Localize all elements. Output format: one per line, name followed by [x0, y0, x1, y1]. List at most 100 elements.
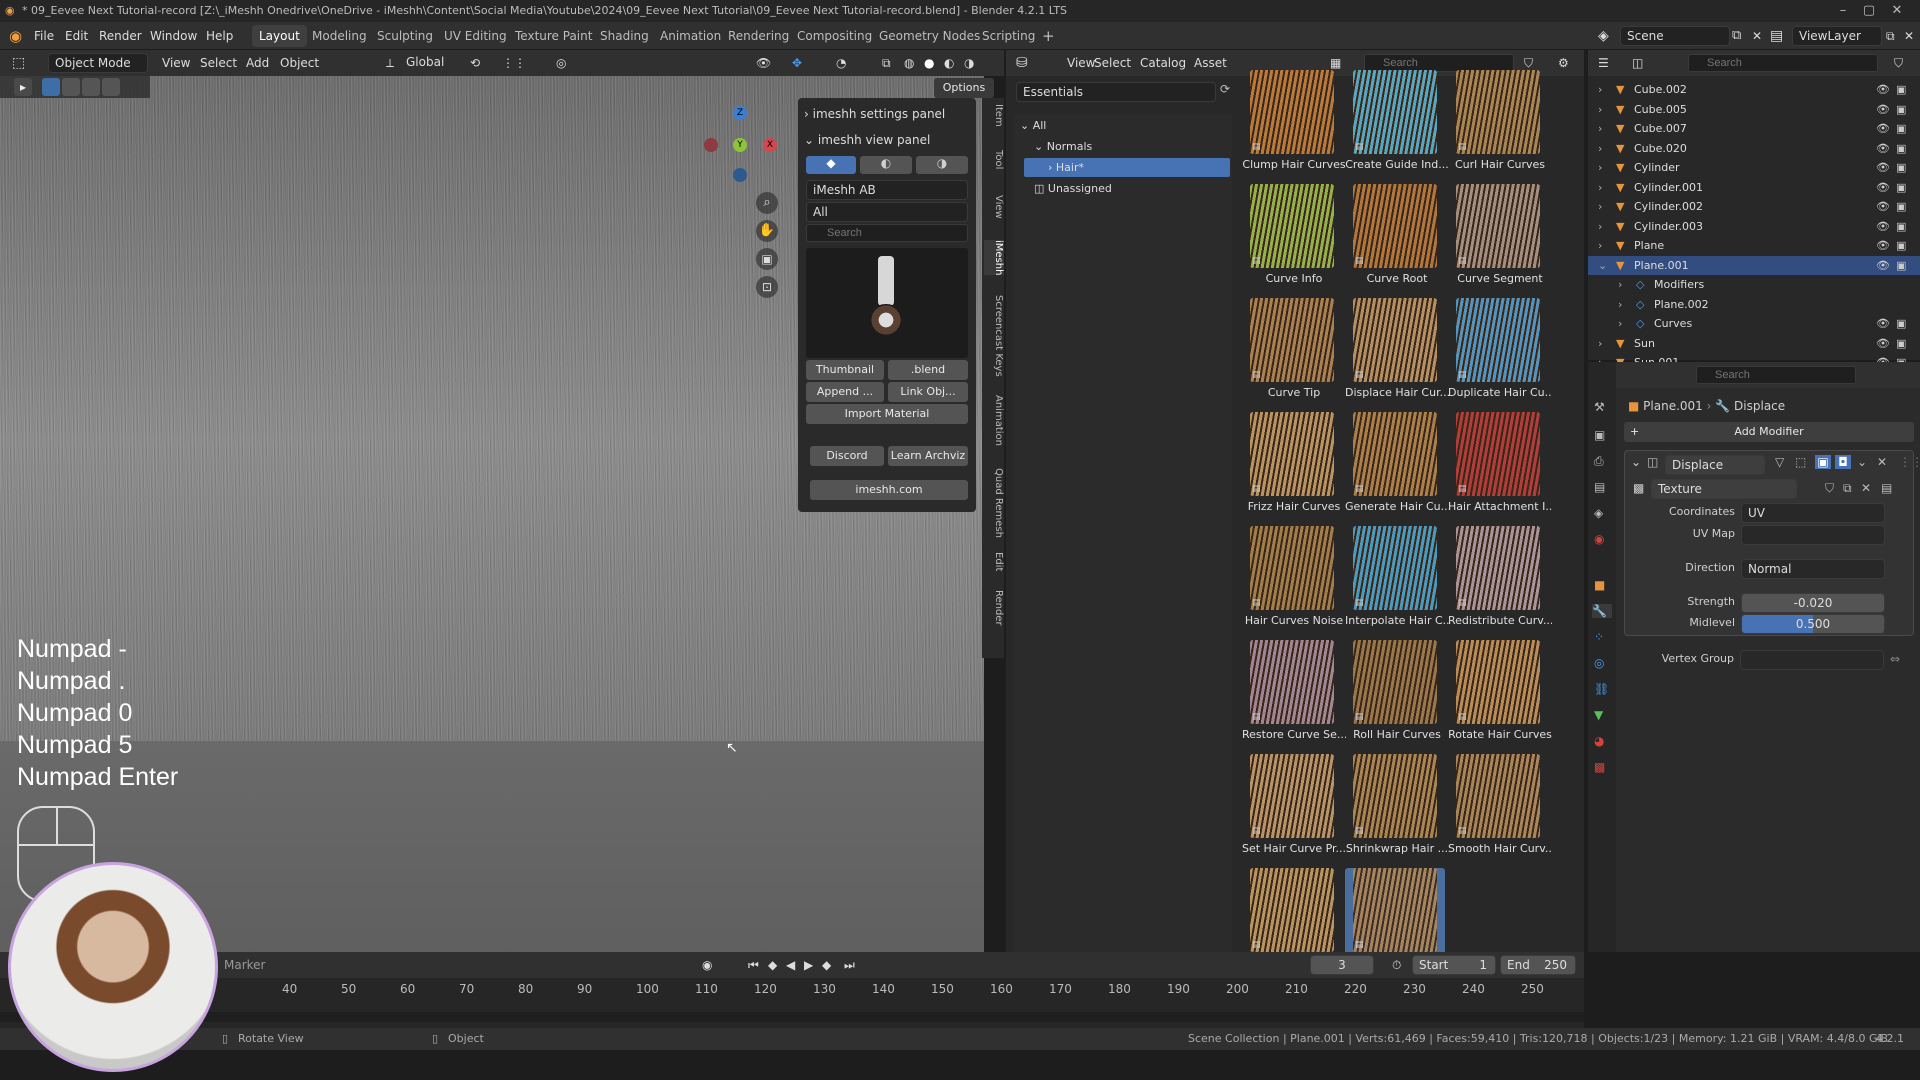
- viewlayer-selector[interactable]: ViewLayer: [1792, 26, 1882, 46]
- camera-view-icon[interactable]: ▣: [756, 248, 778, 270]
- imeshh-thumbnail-preview[interactable]: [806, 248, 968, 358]
- strength-field[interactable]: -0.020: [1741, 593, 1885, 613]
- render-camera-icon[interactable]: ▣: [1896, 256, 1906, 275]
- render-camera-icon[interactable]: ▣: [1896, 334, 1906, 353]
- new-scene-icon[interactable]: ⧉: [1732, 22, 1741, 50]
- texture-props-icon[interactable]: ▤: [1881, 481, 1892, 495]
- render-camera-icon[interactable]: ▣: [1896, 314, 1906, 333]
- gizmo-neg-z-axis[interactable]: [733, 168, 747, 182]
- visibility-eye-icon[interactable]: 👁: [1876, 256, 1890, 275]
- viewport-menu-select[interactable]: Select: [200, 50, 237, 76]
- constraints-props-icon[interactable]: ⛓: [1594, 682, 1609, 696]
- transform-orientation-selector[interactable]: Global: [400, 53, 456, 73]
- import-material-button[interactable]: Import Material: [806, 404, 968, 424]
- asset-tile[interactable]: ▤ Shrinkwrap Hair ...: [1345, 754, 1448, 866]
- uvmap-field[interactable]: [1741, 525, 1885, 545]
- pan-hand-icon[interactable]: ✋: [756, 220, 778, 242]
- duplicate-texture-icon[interactable]: ⧉: [1843, 481, 1852, 496]
- asset-tile[interactable]: ▤ Roll Hair Curves: [1345, 640, 1445, 752]
- outliner-row[interactable]: ⌄ ▼ Plane.001 👁 ▣: [1588, 255, 1920, 275]
- object-props-icon[interactable]: ■: [1594, 578, 1605, 592]
- physics-props-icon[interactable]: ◎: [1594, 656, 1604, 670]
- remove-modifier-icon[interactable]: ✕: [1877, 455, 1887, 469]
- tab-animation[interactable]: Animation: [653, 25, 728, 47]
- render-camera-icon[interactable]: ▣: [1896, 80, 1906, 99]
- imeshh-filter-dropdown[interactable]: All: [806, 202, 968, 222]
- jump-start-icon[interactable]: ⏮: [748, 952, 759, 978]
- tab-rendering[interactable]: Rendering: [721, 25, 796, 47]
- outliner-search-input[interactable]: [1688, 54, 1878, 72]
- blend-button[interactable]: .blend: [888, 360, 968, 380]
- close-button[interactable]: ✕: [1874, 0, 1920, 22]
- select-tool-icon[interactable]: ▸: [14, 78, 32, 96]
- tab-sculpting[interactable]: Sculpting: [370, 25, 440, 47]
- select-subtract-icon[interactable]: [82, 78, 100, 96]
- asset-menu-asset[interactable]: Asset: [1194, 50, 1227, 76]
- outliner-row[interactable]: › ◇ Modifiers: [1588, 275, 1920, 294]
- render-camera-icon[interactable]: ▣: [1896, 158, 1906, 177]
- sidebar-tab-render[interactable]: Render: [984, 590, 1004, 626]
- particles-props-icon[interactable]: ⁘: [1594, 630, 1604, 644]
- invert-vertex-group-icon[interactable]: ⇔: [1890, 652, 1900, 666]
- pivot-icon[interactable]: ⟲: [470, 50, 480, 76]
- remove-scene-icon[interactable]: ✕: [1752, 22, 1762, 50]
- refresh-library-icon[interactable]: ⟳: [1220, 82, 1230, 96]
- texture-field[interactable]: Texture: [1651, 479, 1797, 499]
- asset-tile[interactable]: ▤ Frizz Hair Curves: [1242, 412, 1342, 524]
- add-modifier-button[interactable]: + Add Modifier: [1624, 422, 1914, 442]
- preview-range-icon[interactable]: ⏱: [1392, 952, 1401, 978]
- tab-texture-paint[interactable]: Texture Paint: [508, 25, 599, 47]
- discord-button[interactable]: Discord: [810, 446, 884, 466]
- render-props-icon[interactable]: ▣: [1594, 428, 1605, 442]
- asset-tile[interactable]: ▤ Curl Hair Curves: [1448, 70, 1548, 182]
- asset-tile[interactable]: ▤ Curve Segment: [1448, 184, 1548, 296]
- menu-render[interactable]: Render: [99, 22, 142, 50]
- menu-file[interactable]: File: [34, 22, 54, 50]
- xray-icon[interactable]: ⧉: [882, 50, 891, 76]
- asset-tile[interactable]: ▤ Clump Hair Curves: [1242, 70, 1346, 182]
- unlink-texture-icon[interactable]: ✕: [1861, 481, 1871, 495]
- hdri-tab-icon[interactable]: ◑: [916, 156, 968, 174]
- asset-menu-catalog[interactable]: Catalog: [1140, 50, 1186, 76]
- thumbnail-button[interactable]: Thumbnail: [806, 360, 884, 380]
- asset-tile[interactable]: ▤ Redistribute Curv...: [1448, 526, 1552, 638]
- texture-props-icon[interactable]: ▩: [1594, 760, 1605, 774]
- outliner-row[interactable]: › ▼ Sun 👁 ▣: [1588, 334, 1920, 353]
- asset-tile[interactable]: ▤ Curve Root: [1345, 184, 1445, 296]
- fake-user-icon[interactable]: ⛉: [1825, 481, 1834, 496]
- tab-uv-editing[interactable]: UV Editing: [437, 25, 514, 47]
- lock-icon[interactable]: ⊡: [756, 276, 778, 298]
- gizmo-y-axis[interactable]: Y: [733, 138, 747, 152]
- expand-chevron-icon[interactable]: ›: [1598, 178, 1602, 197]
- models-tab-icon[interactable]: ◆: [806, 156, 856, 174]
- world-props-icon[interactable]: ◉: [1594, 532, 1604, 546]
- zoom-icon[interactable]: ⌕: [756, 192, 778, 214]
- expand-chevron-icon[interactable]: ›: [1598, 158, 1602, 177]
- cage-toggle-icon[interactable]: ⬚: [1795, 455, 1806, 469]
- render-camera-icon[interactable]: ▣: [1896, 197, 1906, 216]
- gizmo-neg-x-axis[interactable]: [704, 138, 718, 152]
- imeshh-search-input[interactable]: [806, 224, 968, 242]
- render-toggle-icon[interactable]: ◘: [1835, 455, 1851, 469]
- visibility-icon[interactable]: 👁: [756, 50, 771, 76]
- collapse-chevron-icon[interactable]: ⌄: [1631, 455, 1641, 469]
- expand-chevron-icon[interactable]: ›: [1598, 119, 1602, 138]
- asset-tile[interactable]: ▤ Curve Tip: [1242, 298, 1342, 410]
- visibility-eye-icon[interactable]: 👁: [1876, 334, 1890, 353]
- imeshh-library-dropdown[interactable]: iMeshh AB: [806, 180, 968, 200]
- navigation-gizmo[interactable]: Y Z X: [702, 106, 778, 182]
- midlevel-slider[interactable]: 0.500: [1741, 614, 1885, 634]
- modifier-name-field[interactable]: Displace: [1665, 455, 1765, 475]
- tab-geometry-nodes[interactable]: Geometry Nodes: [872, 25, 987, 47]
- play-reverse-icon[interactable]: ◀: [786, 952, 795, 978]
- overlay-icon[interactable]: ◔: [836, 50, 846, 76]
- imeshh-site-button[interactable]: imeshh.com: [810, 480, 968, 500]
- new-viewlayer-icon[interactable]: ⧉: [1886, 22, 1895, 50]
- asset-editor-type-icon[interactable]: ⛁: [1016, 50, 1028, 76]
- append-button[interactable]: Append ...: [806, 382, 884, 402]
- options-button[interactable]: Options: [934, 78, 994, 98]
- expand-chevron-icon[interactable]: ›: [1618, 314, 1622, 333]
- catalog-normals[interactable]: ⌄ Normals: [1034, 137, 1224, 156]
- direction-dropdown[interactable]: Normal: [1741, 559, 1885, 579]
- outliner-row[interactable]: › ◇ Plane.002: [1588, 295, 1920, 314]
